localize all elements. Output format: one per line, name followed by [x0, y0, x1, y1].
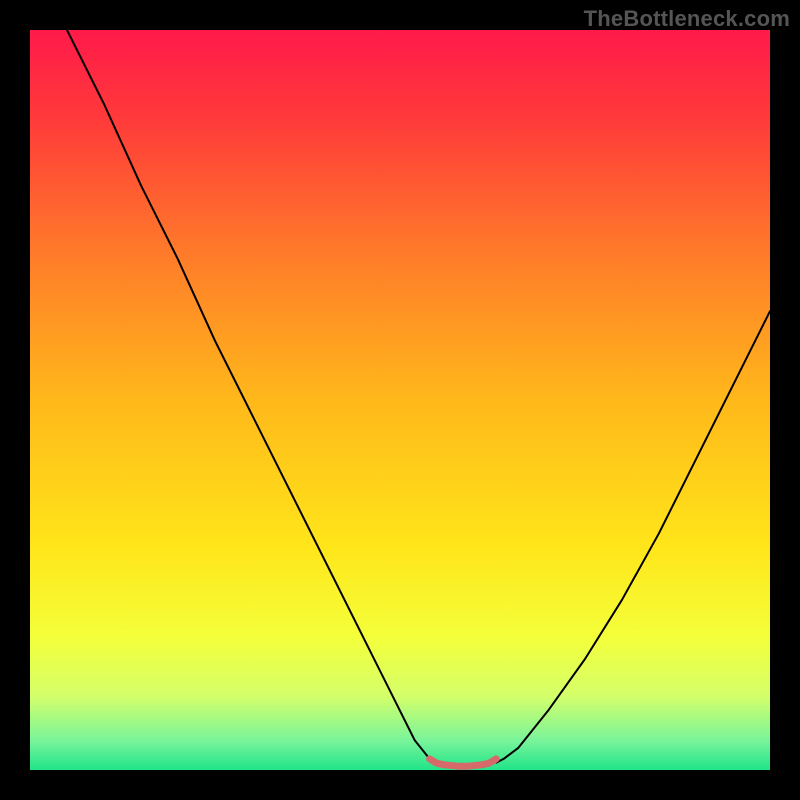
watermark-text: TheBottleneck.com	[584, 6, 790, 32]
chart-background	[30, 30, 770, 770]
plot-area	[30, 30, 770, 770]
chart-svg	[30, 30, 770, 770]
chart-frame: TheBottleneck.com	[0, 0, 800, 800]
